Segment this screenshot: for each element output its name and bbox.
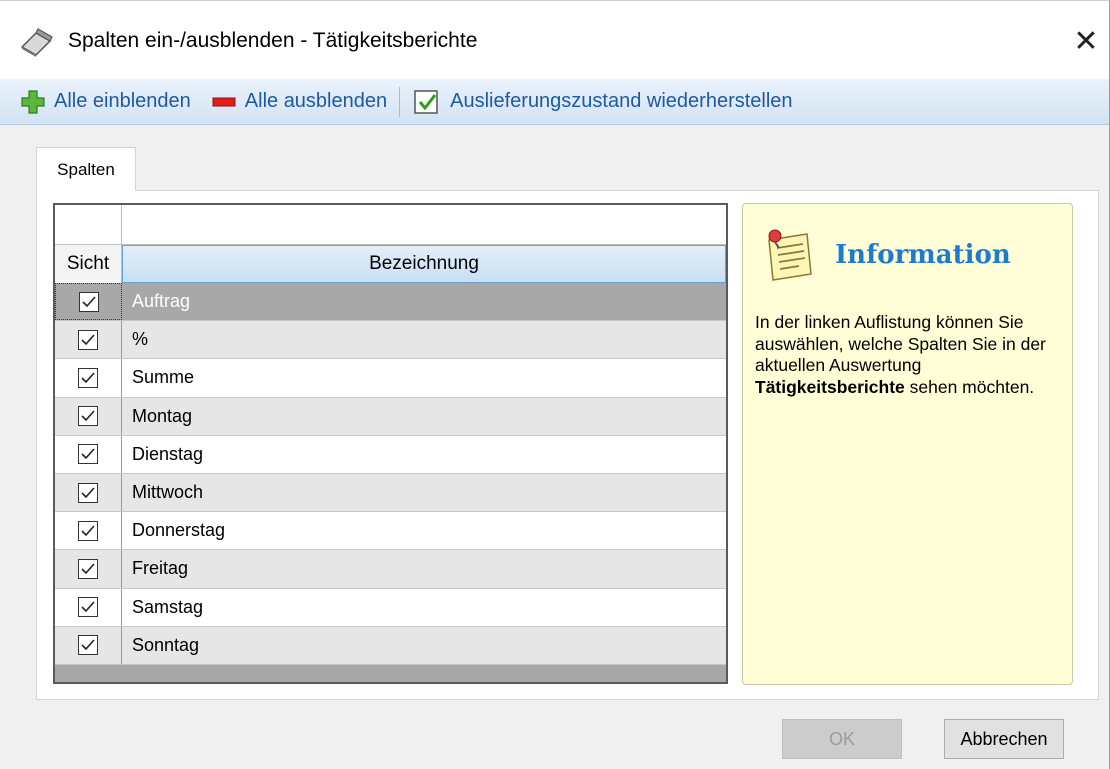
show-all-label: Alle einblenden — [54, 90, 191, 112]
visibility-checkbox[interactable] — [78, 482, 98, 503]
notepad-pin-icon — [768, 229, 812, 281]
toolbar: Alle einblenden Alle ausblenden Ausliefe… — [0, 79, 1109, 125]
grid-header: Sicht Bezeichnung — [55, 245, 726, 283]
grid-filter-row — [55, 205, 726, 245]
show-all-button[interactable]: Alle einblenden — [14, 84, 197, 120]
visibility-checkbox[interactable] — [78, 406, 98, 427]
info-title: Information — [835, 240, 1011, 270]
checkbox-checked-icon — [414, 89, 438, 114]
table-row[interactable]: Samstag — [55, 588, 726, 627]
minus-icon — [212, 97, 236, 106]
table-row[interactable]: % — [55, 321, 726, 360]
row-label: Donnerstag — [132, 520, 226, 541]
window-title: Spalten ein-/ausblenden - Tätigkeitsberi… — [68, 29, 478, 52]
check-icon — [81, 639, 95, 651]
visibility-checkbox[interactable] — [78, 635, 98, 656]
table-row[interactable]: Dienstag — [55, 435, 726, 474]
visibility-checkbox[interactable] — [78, 520, 98, 541]
check-icon — [81, 296, 96, 307]
info-text-part: In der linken Auflistung können Sie ausw… — [755, 312, 1046, 375]
check-icon — [81, 448, 95, 460]
check-icon — [81, 486, 95, 498]
table-row[interactable]: Donnerstag — [55, 512, 726, 551]
visibility-checkbox[interactable] — [78, 558, 98, 579]
close-button[interactable]: ✕ — [1063, 19, 1109, 63]
plus-icon — [21, 89, 45, 114]
check-icon — [81, 334, 95, 345]
row-label: Montag — [132, 405, 193, 426]
check-icon — [81, 563, 95, 575]
check-icon — [81, 525, 95, 536]
check-icon — [81, 601, 95, 613]
title-bar: Spalten ein-/ausblenden - Tätigkeitsberi… — [0, 1, 1109, 79]
visibility-checkbox[interactable] — [78, 597, 98, 618]
cancel-button[interactable]: Abbrechen — [944, 719, 1064, 759]
visibility-checkbox[interactable] — [78, 329, 98, 350]
table-row[interactable]: Freitag — [55, 550, 726, 589]
row-label: Freitag — [132, 558, 189, 579]
grid-rows: Auftrag % Summe Montag Dienstag Mittwoch — [55, 283, 726, 665]
info-text-bold: Tätigkeitsberichte — [755, 376, 905, 397]
row-label: % — [132, 329, 149, 350]
check-icon — [81, 410, 95, 422]
column-header-bezeichnung[interactable]: Bezeichnung — [122, 245, 726, 283]
visibility-checkbox[interactable] — [78, 291, 99, 312]
visibility-checkbox[interactable] — [78, 367, 98, 388]
visibility-checkbox[interactable] — [78, 444, 98, 465]
restore-defaults-button[interactable]: Auslieferungszustand wiederherstellen — [406, 84, 798, 120]
columns-grid: Sicht Bezeichnung Auftrag % Summe Montag — [53, 203, 728, 684]
column-header-sicht[interactable]: Sicht — [55, 245, 122, 283]
info-text-part: sehen möchten. — [904, 376, 1035, 397]
restore-defaults-label: Auslieferungszustand wiederherstellen — [450, 90, 793, 112]
info-text: In der linken Auflistung können Sie ausw… — [755, 312, 1055, 398]
table-row[interactable]: Summe — [55, 359, 726, 398]
row-label: Summe — [132, 367, 195, 388]
row-label: Dienstag — [132, 443, 204, 464]
hide-all-button[interactable]: Alle ausblenden — [205, 84, 393, 120]
row-label: Mittwoch — [132, 482, 204, 503]
table-row[interactable]: Mittwoch — [55, 473, 726, 513]
check-icon — [81, 372, 95, 384]
row-label: Sonntag — [132, 634, 200, 655]
info-box: Information In der linken Auflistung kön… — [742, 203, 1073, 685]
eraser-icon — [20, 28, 53, 57]
table-row[interactable]: Sonntag — [55, 626, 726, 665]
dialog-window: Spalten ein-/ausblenden - Tätigkeitsberi… — [0, 0, 1110, 769]
table-row[interactable]: Montag — [55, 397, 726, 436]
toolbar-separator — [399, 86, 401, 117]
table-row[interactable]: Auftrag — [55, 283, 726, 322]
row-label: Samstag — [132, 596, 204, 617]
hide-all-label: Alle ausblenden — [244, 90, 388, 112]
tab-spalten[interactable]: Spalten — [36, 147, 136, 191]
grid-footer — [55, 665, 726, 682]
ok-button[interactable]: OK — [782, 719, 902, 759]
row-label: Auftrag — [132, 291, 191, 312]
